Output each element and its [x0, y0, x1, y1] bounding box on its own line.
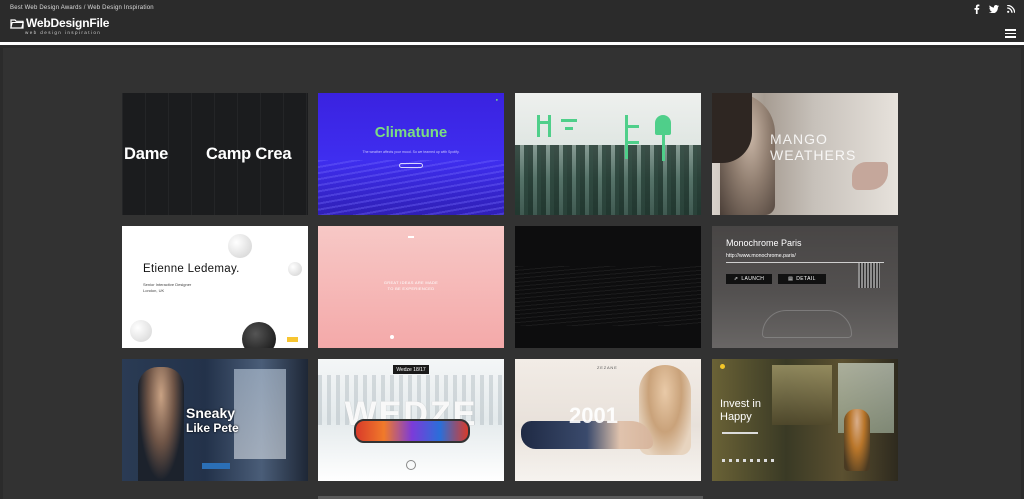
card-thumbnail: Dame Camp Crea — [122, 93, 308, 215]
launch-button[interactable]: ⇗ LAUNCH — [726, 274, 772, 284]
card-tag: Wedze 18/17 — [393, 365, 429, 374]
folder-icon — [10, 18, 24, 29]
site-logo[interactable]: WebDesignFile web design inspiration — [10, 17, 109, 35]
site-header: Best Web Design Awards / Web Design Insp… — [0, 0, 1024, 45]
hamburger-menu-icon[interactable] — [1005, 29, 1016, 38]
goggle-image — [354, 419, 470, 443]
link-icon: ⇗ — [733, 276, 739, 282]
rss-icon[interactable] — [1005, 3, 1016, 14]
showcase-card-zadig[interactable]: ZEZANE 2001 — [515, 359, 701, 481]
card-text: GREAT IDEAS ARE MADE TO BE EXPERIENCED — [383, 280, 439, 291]
logo-subtitle: web design inspiration — [25, 30, 102, 35]
card-title: Climatune — [374, 124, 448, 141]
showcase-card-etienne[interactable]: Etienne Ledemay. Senior Interactive Desi… — [122, 226, 308, 348]
card-thumbnail — [515, 226, 701, 348]
showcase-gallery: Dame Camp Crea ● Climatune The weather a… — [3, 48, 1021, 499]
card-url: http://www.monochrome.paris/ — [726, 253, 796, 259]
showcase-card-climatune[interactable]: ● Climatune The weather affects your moo… — [318, 93, 504, 215]
main-panel: Dame Camp Crea ● Climatune The weather a… — [3, 48, 1021, 499]
card-thumbnail: WEDZE Wedze 18/17 — [318, 359, 504, 481]
showcase-card-wedze[interactable]: WEDZE Wedze 18/17 — [318, 359, 504, 481]
card-thumbnail: GREAT IDEAS ARE MADE TO BE EXPERIENCED — [318, 226, 504, 348]
showcase-card-monochrome[interactable]: Monochrome Paris http://www.monochrome.p… — [712, 226, 898, 348]
card-text-a: Dame — [124, 145, 169, 163]
showcase-card-forest[interactable] — [515, 93, 701, 215]
card-name: Etienne Ledemay. — [143, 263, 240, 275]
card-subtitle: The weather affects your mood. So we tea… — [362, 150, 460, 154]
card-thumbnail: Monochrome Paris http://www.monochrome.p… — [712, 226, 898, 348]
card-button — [399, 163, 423, 168]
card-text-b: Camp Crea — [206, 145, 292, 163]
card-title: Invest in Happy — [720, 398, 761, 423]
social-links — [971, 3, 1016, 14]
card-title: Monochrome Paris — [726, 238, 802, 248]
detail-icon: ▤ — [788, 276, 794, 282]
card-thumbnail: Invest in Happy — [712, 359, 898, 481]
spotify-icon: ● — [495, 97, 498, 102]
card-thumbnail — [515, 93, 701, 215]
site-tagline: Best Web Design Awards / Web Design Insp… — [10, 5, 154, 11]
showcase-card-sneaky-pete[interactable]: Sneaky Like Pete — [122, 359, 308, 481]
card-title: MANGO WEATHERS — [770, 131, 857, 163]
card-thumbnail: Etienne Ledemay. Senior Interactive Desi… — [122, 226, 308, 348]
facebook-icon[interactable] — [971, 3, 982, 14]
showcase-card-pink[interactable]: GREAT IDEAS ARE MADE TO BE EXPERIENCED — [318, 226, 504, 348]
twitter-icon[interactable] — [988, 3, 999, 14]
card-thumbnail: Sneaky Like Pete — [122, 359, 308, 481]
showcase-card-dark[interactable] — [515, 226, 701, 348]
logo-title: WebDesignFile — [26, 16, 110, 30]
detail-button[interactable]: ▤ DETAIL — [778, 274, 826, 284]
card-title: 2001 — [569, 403, 618, 428]
card-role: Senior Interactive Designer London, UK — [143, 282, 192, 293]
card-title: Sneaky Like Pete — [186, 405, 239, 436]
showcase-card-invest[interactable]: Invest in Happy — [712, 359, 898, 481]
card-brand: ZEZANE — [597, 365, 618, 370]
card-thumbnail: MANGO WEATHERS — [712, 93, 898, 215]
showcase-card-camp[interactable]: Dame Camp Crea — [122, 93, 308, 215]
card-thumbnail: ● Climatune The weather affects your moo… — [318, 93, 504, 215]
card-thumbnail: ZEZANE 2001 — [515, 359, 701, 481]
showcase-card-mango[interactable]: MANGO WEATHERS — [712, 93, 898, 215]
